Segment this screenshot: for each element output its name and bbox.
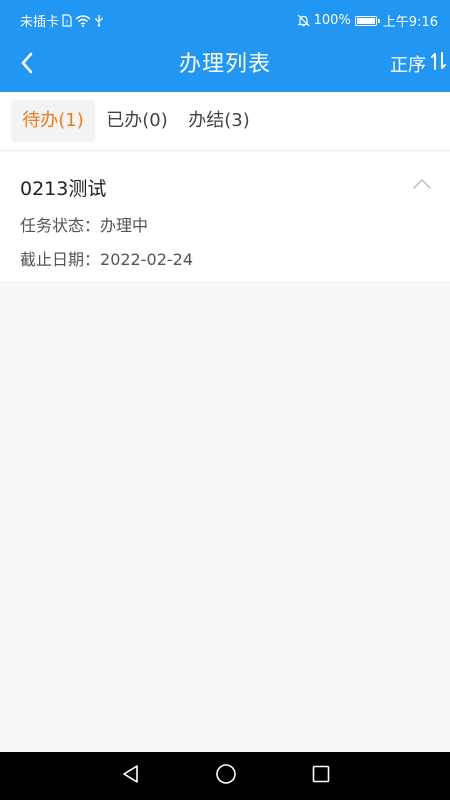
page-title: 办理列表 (178, 52, 271, 77)
nav-home-button[interactable] (214, 764, 238, 788)
task-status-label: 任务状态： (20, 216, 101, 235)
sort-icon (430, 51, 450, 80)
mute-icon (297, 14, 310, 27)
home-circle-icon (215, 763, 237, 789)
tab-pending[interactable]: 待办(1) (11, 100, 95, 142)
deadline-row: 截止日期：2022-02-24 (20, 246, 193, 270)
tab-handled[interactable]: 已办(0) (100, 100, 174, 142)
usb-icon (94, 14, 104, 27)
status-left: 未插卡 ! (20, 11, 104, 30)
collapse-toggle-button[interactable] (410, 176, 434, 192)
nav-recents-button[interactable] (309, 764, 333, 788)
clock-time: 上午9:16 (382, 15, 438, 30)
nav-back-button[interactable] (119, 764, 143, 788)
battery-percent: 100% (313, 13, 351, 28)
sim-icon: ! (62, 14, 72, 27)
deadline-label: 截止日期： (20, 250, 101, 269)
status-bar: 未插卡 ! 100% 上午9:16 (0, 0, 450, 38)
back-triangle-icon (121, 764, 141, 788)
deadline-value: 2022-02-24 (100, 250, 193, 269)
carrier-text: 未插卡 (20, 15, 60, 30)
sort-label: 正序 (390, 54, 426, 76)
wifi-icon (75, 14, 91, 27)
chevron-up-icon (410, 177, 434, 196)
app-screen: 未插卡 ! 100% 上午9:16 办理列表 正序 待办(1) 已办(0) 办结… (0, 0, 450, 800)
tab-completed[interactable]: 办结(3) (182, 100, 256, 142)
list-item[interactable]: 0213测试 任务状态：办理中 截止日期：2022-02-24 (0, 152, 450, 283)
recents-square-icon (311, 764, 331, 788)
svg-text:!: ! (66, 19, 69, 27)
tab-bar: 待办(1) 已办(0) 办结(3) (0, 92, 450, 151)
sort-toggle-button[interactable]: 正序 (390, 51, 450, 80)
status-right: 100% 上午9:16 (297, 11, 438, 30)
app-header: 办理列表 正序 (0, 38, 450, 92)
task-status-row: 任务状态：办理中 (20, 212, 148, 236)
system-nav-bar (0, 752, 450, 800)
battery-level-fill (356, 17, 375, 24)
task-status-value: 办理中 (100, 216, 149, 235)
battery-icon (354, 15, 380, 26)
item-title: 0213测试 (20, 178, 107, 200)
